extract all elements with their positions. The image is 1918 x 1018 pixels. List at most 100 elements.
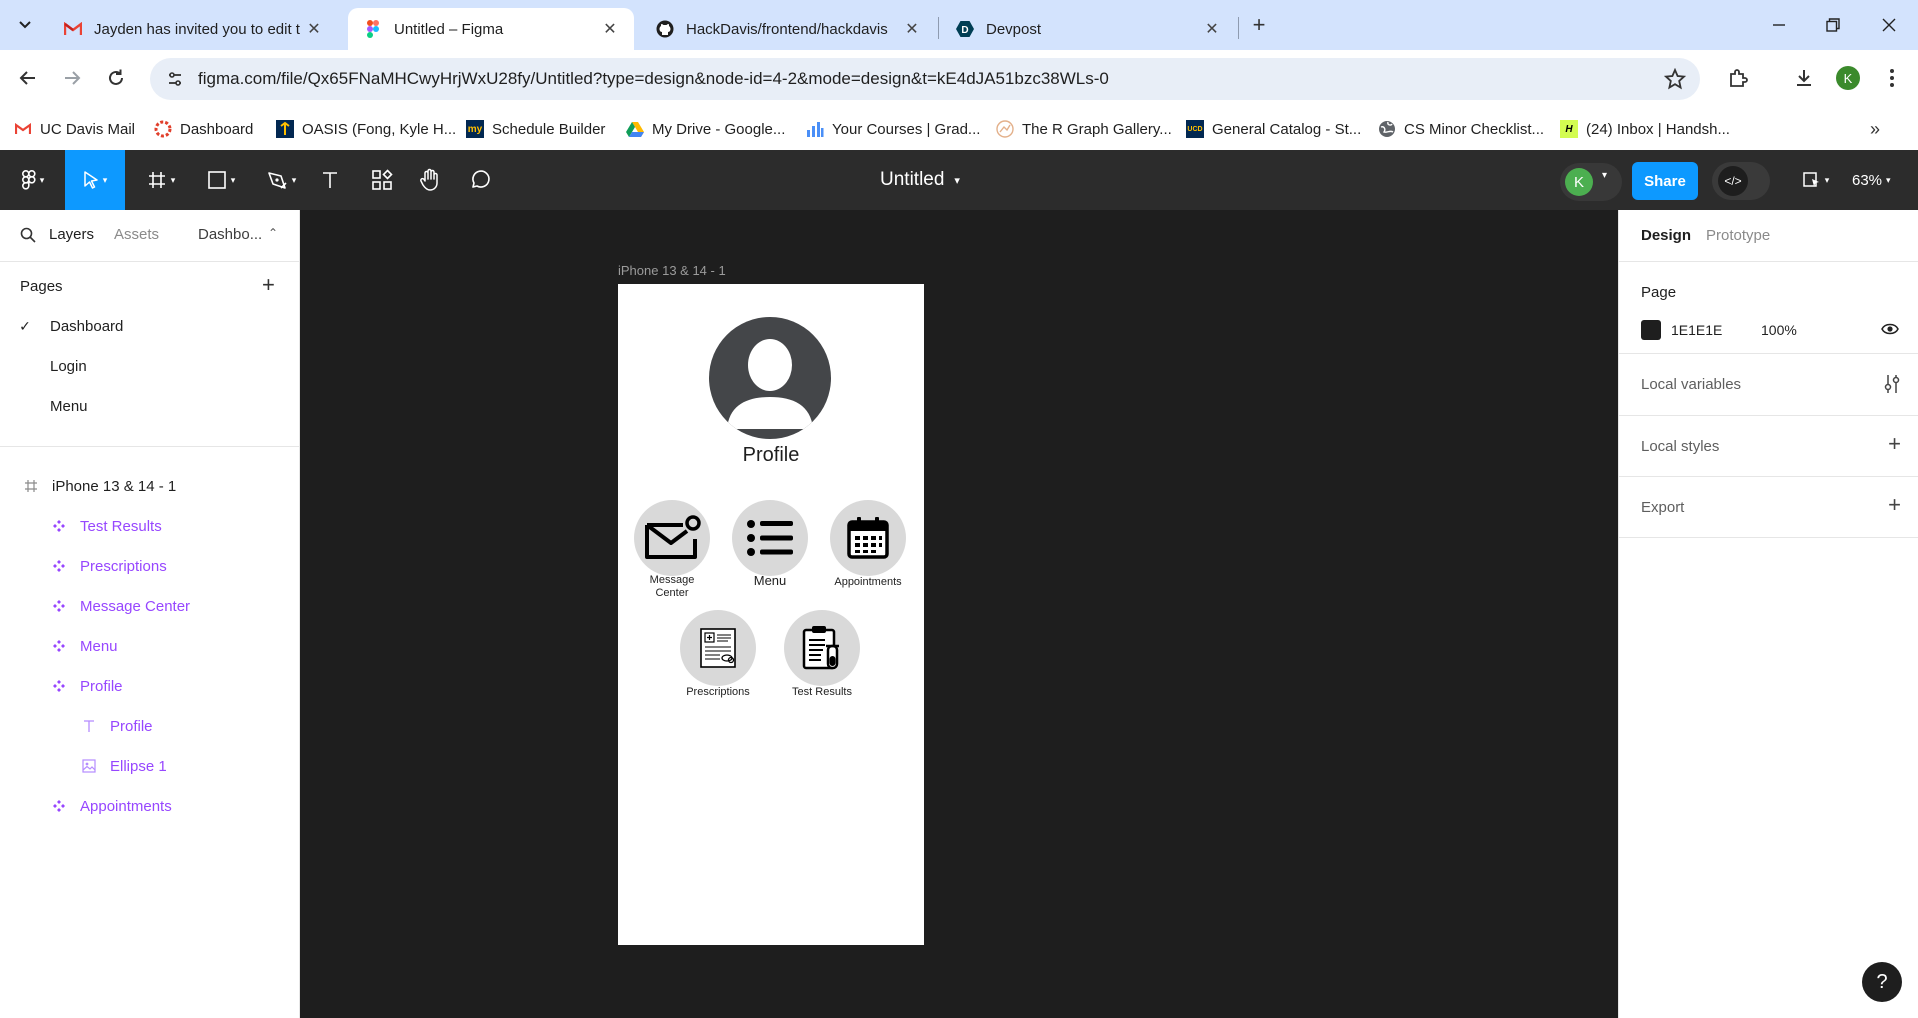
play-present-icon xyxy=(1802,172,1819,187)
layer-ellipse-1[interactable]: Ellipse 1 xyxy=(0,746,299,786)
right-panel: Design Prototype Page 1E1E1E 100% Local … xyxy=(1618,210,1918,1018)
search-icon[interactable] xyxy=(20,227,36,248)
menu-button[interactable] xyxy=(732,500,808,576)
export-title[interactable]: Export xyxy=(1641,499,1684,516)
bookmark-cs-minor-checklist[interactable]: CS Minor Checklist... xyxy=(1378,116,1544,142)
downloads-button[interactable] xyxy=(1790,64,1818,92)
clipboard-test-tube-icon xyxy=(802,626,839,670)
variables-sliders-icon[interactable] xyxy=(1883,374,1901,399)
bookmark-your-courses[interactable]: Your Courses | Grad... xyxy=(806,116,980,142)
browser-tab-github[interactable]: HackDavis/frontend/hackdavis ✕ xyxy=(640,8,936,50)
add-page-button[interactable]: + xyxy=(262,272,275,298)
extensions-button[interactable] xyxy=(1724,64,1752,92)
user-avatar[interactable]: K xyxy=(1565,168,1593,196)
forward-button[interactable] xyxy=(56,62,88,94)
minimize-window-button[interactable] xyxy=(1766,12,1792,38)
bookmark-uc-davis-mail[interactable]: UC Davis Mail xyxy=(14,116,135,142)
page-item-login[interactable]: Login xyxy=(0,346,299,386)
tab-search-button[interactable] xyxy=(12,12,38,38)
page-switcher[interactable]: Dashbo... xyxy=(198,226,262,243)
browser-menu-button[interactable] xyxy=(1878,64,1906,92)
dev-mode-toggle[interactable]: </> xyxy=(1712,162,1770,200)
local-styles-title[interactable]: Local styles xyxy=(1641,438,1719,455)
file-title-menu[interactable]: Untitled ▾ xyxy=(880,150,960,210)
comment-tool[interactable] xyxy=(464,150,496,210)
hand-tool[interactable] xyxy=(414,150,446,210)
page-item-dashboard[interactable]: ✓ Dashboard xyxy=(0,306,299,346)
zoom-menu[interactable]: 63% ▾ xyxy=(1852,150,1891,210)
browser-tab-gmail[interactable]: Jayden has invited you to edit t ✕ xyxy=(48,8,338,50)
layer-appointments[interactable]: Appointments xyxy=(0,786,299,826)
prescription-document-icon xyxy=(700,628,736,668)
layer-message-center[interactable]: Message Center xyxy=(0,586,299,626)
layer-prescriptions[interactable]: Prescriptions xyxy=(0,546,299,586)
close-icon[interactable]: ✕ xyxy=(1202,19,1222,39)
share-button[interactable]: Share xyxy=(1632,162,1698,200)
page-item-menu[interactable]: Menu xyxy=(0,386,299,426)
prescriptions-button[interactable] xyxy=(680,610,756,686)
move-tool[interactable]: ▾ xyxy=(65,150,125,210)
browser-profile-avatar[interactable]: K xyxy=(1836,66,1860,90)
add-export-button[interactable]: + xyxy=(1888,492,1901,518)
bookmark-dashboard[interactable]: Dashboard xyxy=(154,116,253,142)
present-button[interactable]: ▾ xyxy=(1796,150,1836,210)
page-color-hex[interactable]: 1E1E1E xyxy=(1671,322,1722,338)
layer-profile[interactable]: Profile xyxy=(0,666,299,706)
browser-tab-devpost[interactable]: D Devpost ✕ xyxy=(940,8,1236,50)
back-button[interactable] xyxy=(12,62,44,94)
restore-window-button[interactable] xyxy=(1820,12,1846,38)
help-button[interactable]: ? xyxy=(1862,962,1902,1002)
new-tab-button[interactable]: + xyxy=(1246,12,1272,38)
bookmark-star-icon[interactable] xyxy=(1663,67,1687,90)
iphone-frame[interactable]: Profile Message Center Menu Appointments xyxy=(618,284,924,945)
bookmark-oasis[interactable]: OASIS (Fong, Kyle H... xyxy=(276,116,456,142)
profile-avatar-image[interactable] xyxy=(709,317,831,439)
frame-label[interactable]: iPhone 13 & 14 - 1 xyxy=(618,263,726,278)
tab-design[interactable]: Design xyxy=(1641,227,1691,244)
right-panel-tabs: Design Prototype xyxy=(1619,210,1918,262)
code-brackets-icon: </> xyxy=(1718,166,1748,196)
appointments-button[interactable] xyxy=(830,500,906,576)
component-icon xyxy=(50,797,68,815)
close-icon[interactable]: ✕ xyxy=(600,19,620,39)
page-opacity[interactable]: 100% xyxy=(1761,322,1797,338)
pen-tool[interactable]: ▾ xyxy=(256,150,306,210)
test-results-button[interactable] xyxy=(784,610,860,686)
close-icon[interactable]: ✕ xyxy=(304,19,324,39)
resources-tool[interactable] xyxy=(366,150,398,210)
bookmark-handshake[interactable]: H (24) Inbox | Handsh... xyxy=(1560,116,1730,142)
address-bar[interactable]: figma.com/file/Qx65FNaMHCwyHrjWxU28fy/Un… xyxy=(150,58,1700,100)
bookmark-general-catalog[interactable]: UCD General Catalog - St... xyxy=(1186,116,1361,142)
canvas-logo-icon xyxy=(154,120,172,138)
bookmark-schedule-builder[interactable]: my Schedule Builder xyxy=(466,116,605,142)
design-canvas[interactable] xyxy=(300,210,1618,1018)
reload-icon xyxy=(109,69,123,85)
tab-layers[interactable]: Layers xyxy=(49,226,94,243)
layer-test-results[interactable]: Test Results xyxy=(0,506,299,546)
page-color-swatch[interactable] xyxy=(1641,320,1661,340)
profile-label[interactable]: Profile xyxy=(618,444,924,467)
layer-menu[interactable]: Menu xyxy=(0,626,299,666)
layer-profile-text[interactable]: Profile xyxy=(0,706,299,746)
reload-button[interactable] xyxy=(100,62,132,94)
main-menu-button[interactable]: ▾ xyxy=(8,150,58,210)
bookmarks-overflow-button[interactable]: » xyxy=(1862,116,1888,142)
bookmark-r-graph-gallery[interactable]: The R Graph Gallery... xyxy=(996,116,1172,142)
bookmark-my-drive[interactable]: My Drive - Google... xyxy=(626,116,785,142)
frame-tool[interactable]: ▾ xyxy=(136,150,186,210)
message-center-button[interactable] xyxy=(634,500,710,576)
text-tool[interactable] xyxy=(314,150,346,210)
add-style-button[interactable]: + xyxy=(1888,431,1901,457)
tab-assets[interactable]: Assets xyxy=(114,226,159,243)
browser-tab-figma[interactable]: Untitled – Figma ✕ xyxy=(348,8,634,50)
chevron-up-icon[interactable]: ⌃ xyxy=(268,226,278,240)
eye-icon[interactable] xyxy=(1881,322,1899,341)
local-variables-title[interactable]: Local variables xyxy=(1641,376,1741,393)
shape-tool[interactable]: ▾ xyxy=(196,150,246,210)
tab-prototype[interactable]: Prototype xyxy=(1706,227,1770,244)
close-icon[interactable]: ✕ xyxy=(902,19,922,39)
bar-chart-icon xyxy=(806,120,824,138)
close-window-button[interactable] xyxy=(1876,12,1902,38)
layer-frame-iphone[interactable]: iPhone 13 & 14 - 1 xyxy=(0,466,299,506)
site-info-icon[interactable] xyxy=(164,68,186,90)
